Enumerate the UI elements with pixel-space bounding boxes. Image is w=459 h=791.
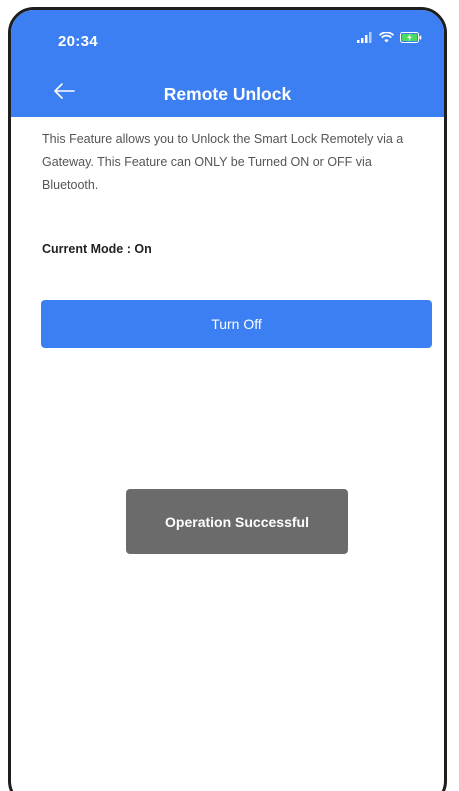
signal-icon	[357, 32, 373, 43]
toast-message: Operation Successful	[126, 489, 348, 554]
nav-bar: Remote Unlock	[11, 70, 444, 117]
wifi-icon	[379, 32, 394, 43]
battery-charging-icon	[400, 32, 422, 43]
app-screen: 20:34 Remote Unlock This Feature allows …	[0, 0, 459, 791]
app-header: 20:34 Remote Unlock	[11, 10, 444, 117]
status-time: 20:34	[58, 33, 98, 50]
status-icons	[357, 32, 422, 43]
feature-description: This Feature allows you to Unlock the Sm…	[42, 132, 404, 192]
turn-off-button[interactable]: Turn Off	[41, 300, 432, 348]
phone-frame: 20:34 Remote Unlock This Feature allows …	[8, 7, 447, 791]
page-title: Remote Unlock	[163, 84, 292, 104]
current-mode-label: Current Mode : On	[42, 242, 152, 256]
status-bar: 20:34	[11, 10, 444, 70]
